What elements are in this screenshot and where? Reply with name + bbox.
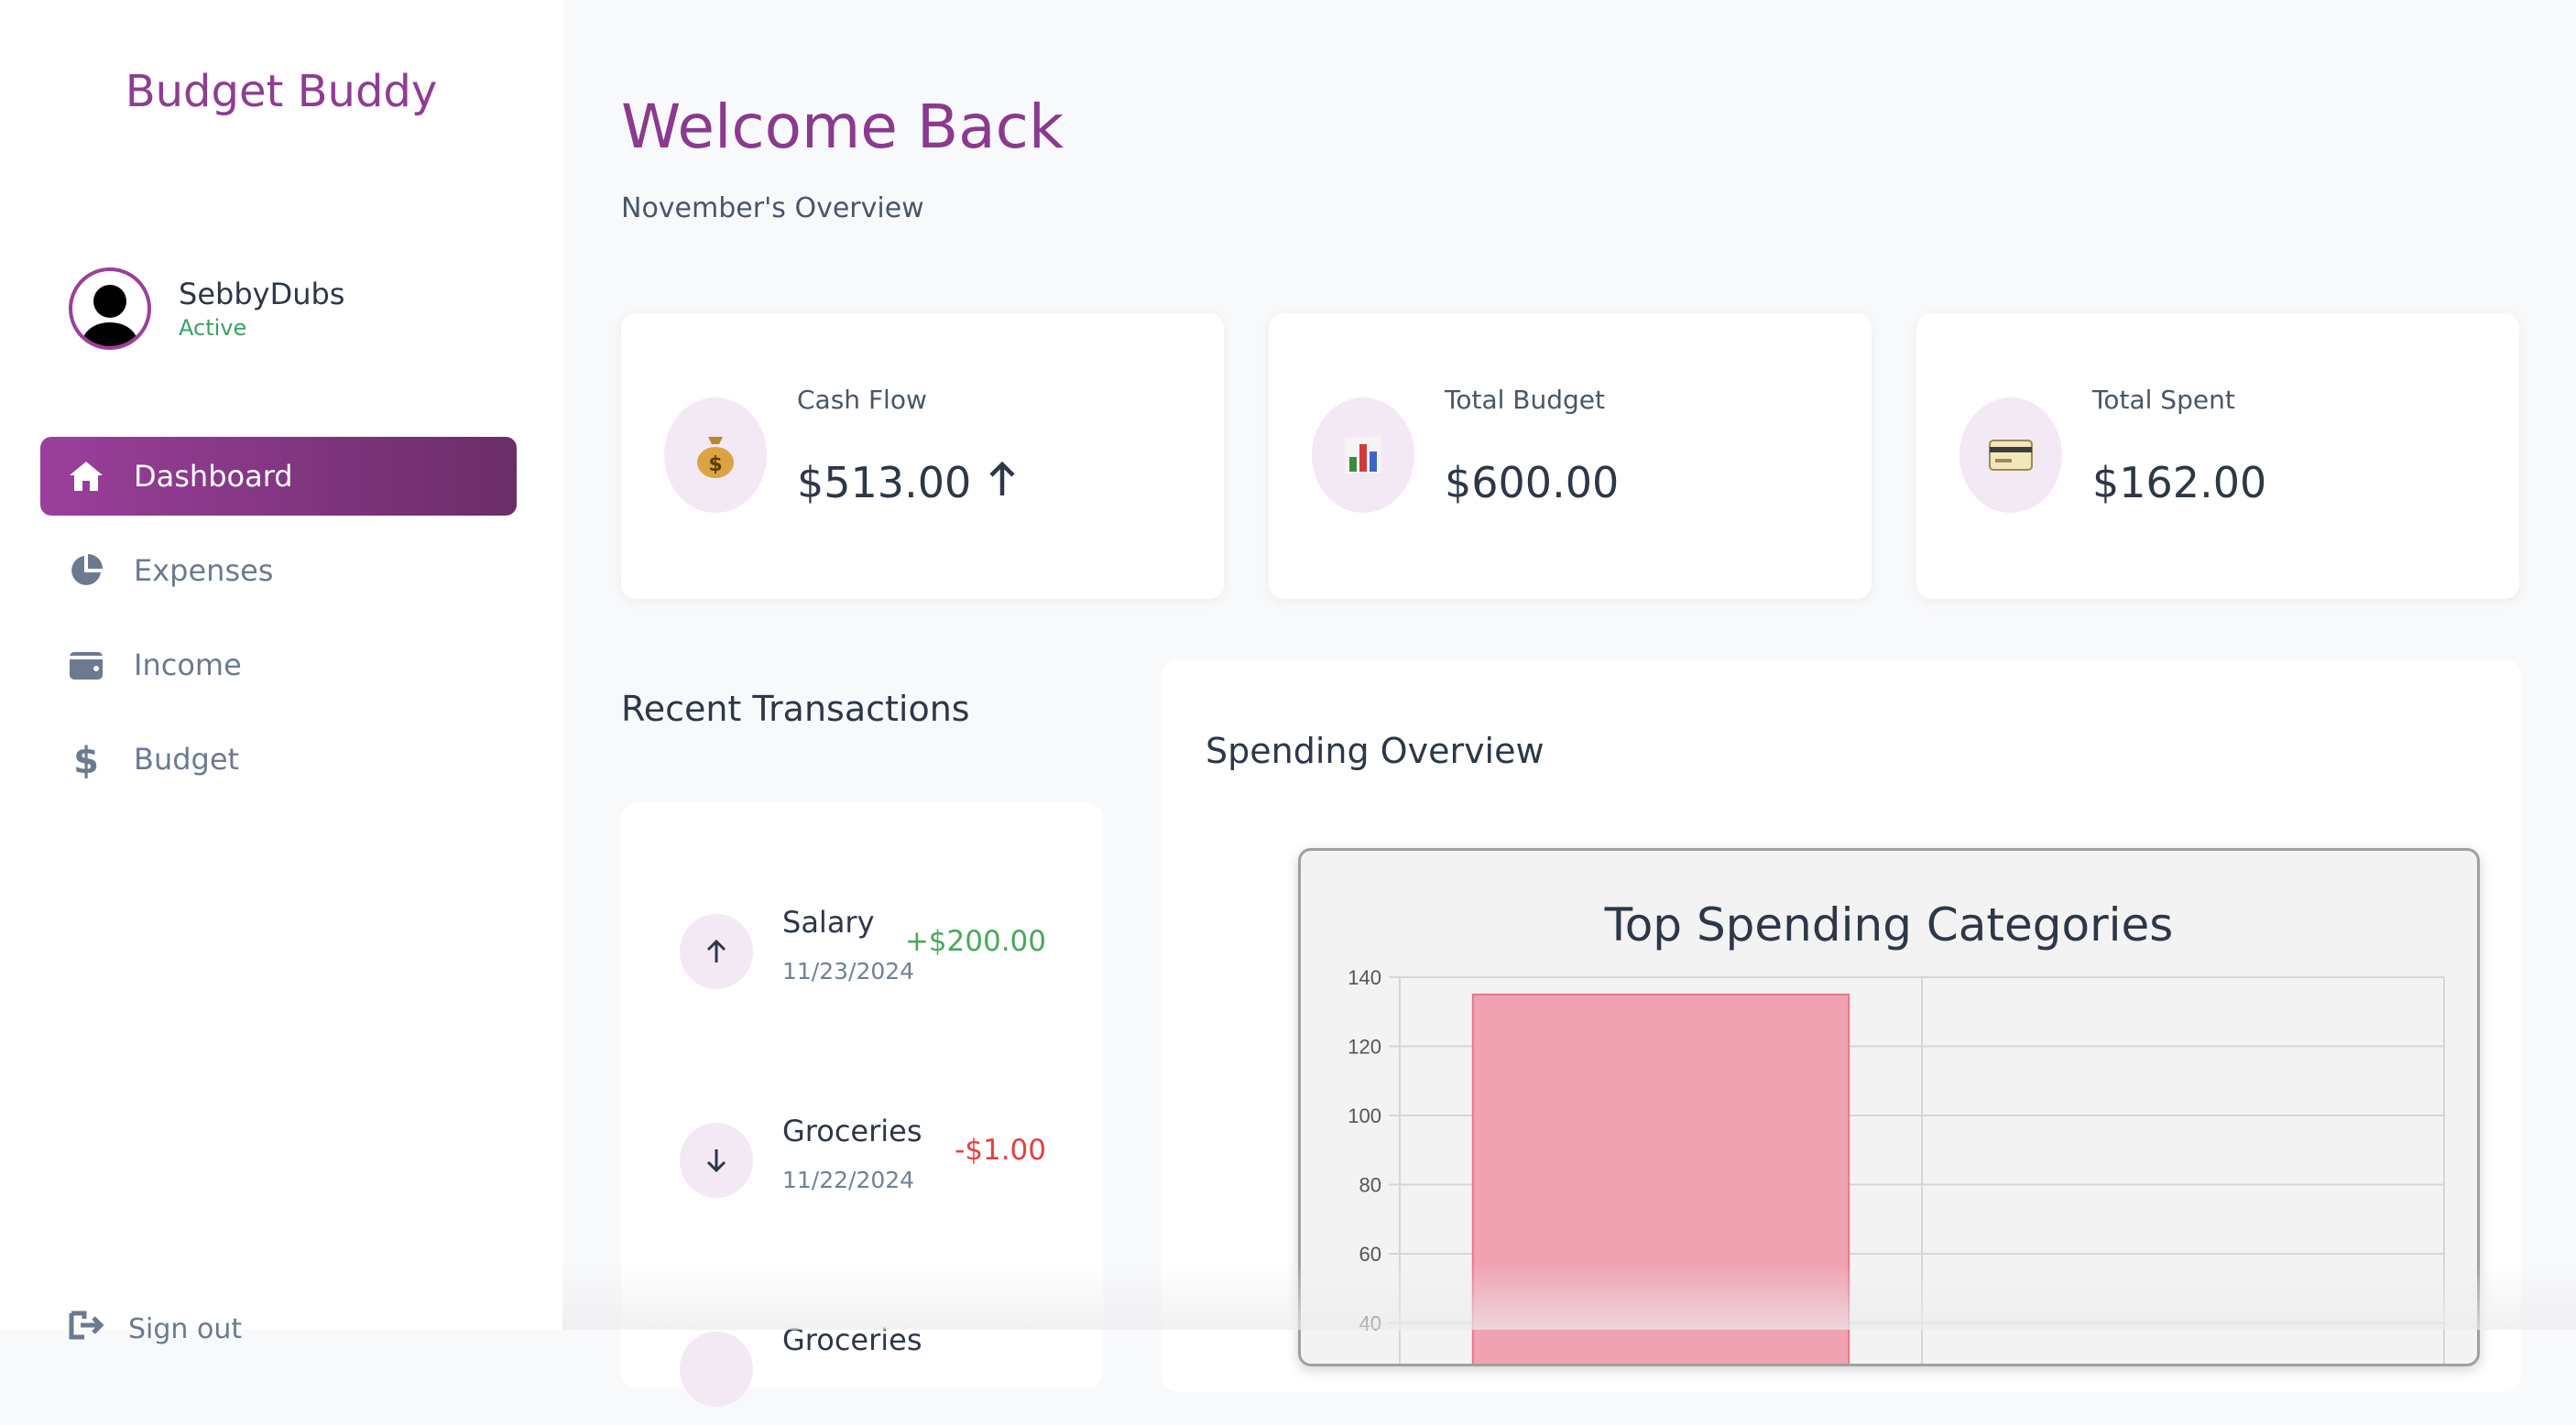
top-spending-chart[interactable]: Top Spending Categories 40 60 80 100 120 140 <box>1298 848 2480 1366</box>
card-value: $513.00 <box>797 458 1017 507</box>
stat-card-cash-flow[interactable]: $ Cash Flow $513.00 <box>621 313 1224 599</box>
stat-card-total-budget[interactable]: Total Budget $600.00 <box>1269 313 1872 599</box>
card-value: $600.00 <box>1445 458 1620 507</box>
app-logo-title[interactable]: Budget Buddy <box>0 66 562 117</box>
user-silhouette-icon <box>82 285 137 346</box>
user-status: Active <box>179 315 247 341</box>
stat-card-total-spent[interactable]: Total Spent $162.00 <box>1916 313 2519 599</box>
dollar-icon: $ <box>66 739 106 779</box>
chart-svg: 40 60 80 100 120 140 <box>1348 966 2445 1364</box>
page-title: Welcome Back <box>621 92 1064 162</box>
transaction-name: Salary <box>782 905 875 940</box>
y-tick-label: 80 <box>1359 1174 1381 1197</box>
credit-card-icon <box>1959 397 2062 513</box>
nav-item-budget[interactable]: $ Budget <box>40 720 517 799</box>
transaction-amount: -$1.00 <box>955 1134 1046 1167</box>
svg-text:$: $ <box>708 453 722 476</box>
nav-label: Dashboard <box>134 459 293 494</box>
page-subtitle: November's Overview <box>621 192 924 224</box>
transaction-name: Groceries <box>782 1114 922 1148</box>
nav-item-dashboard[interactable]: Dashboard <box>40 437 517 516</box>
transaction-row[interactable]: Groceries <box>680 1315 1046 1425</box>
y-tick-label: 60 <box>1359 1243 1381 1266</box>
card-value-text: $513.00 <box>797 458 972 507</box>
username: SebbyDubs <box>179 277 345 311</box>
transactions-panel: Salary 11/23/2024 +$200.00 Groceries 11/… <box>621 802 1103 1407</box>
transaction-date: 11/23/2024 <box>782 958 915 984</box>
arrow-up-icon <box>680 914 753 989</box>
sign-out-button[interactable]: Sign out <box>68 1310 242 1348</box>
nav-label: Expenses <box>134 553 274 588</box>
nav-item-income[interactable]: Income <box>40 625 517 704</box>
card-label: Total Spent <box>2092 385 2235 415</box>
recent-transactions-title: Recent Transactions <box>621 689 970 729</box>
bar <box>1471 993 1850 1364</box>
money-bag-icon: $ <box>664 397 767 513</box>
nav-label: Income <box>134 647 242 682</box>
transaction-amount: +$200.00 <box>904 925 1046 958</box>
transaction-name: Groceries <box>782 1322 922 1357</box>
card-value: $162.00 <box>2092 458 2267 507</box>
home-icon <box>66 456 106 496</box>
svg-text:$: $ <box>73 740 99 778</box>
card-label: Cash Flow <box>797 385 927 415</box>
spending-overview-title: Spending Overview <box>1206 731 1545 771</box>
avatar[interactable] <box>69 267 151 350</box>
y-tick-label: 120 <box>1348 1036 1381 1059</box>
transaction-date: 11/22/2024 <box>782 1167 915 1193</box>
user-profile[interactable]: SebbyDubs Active <box>69 267 344 350</box>
arrow-down-icon <box>680 1123 753 1198</box>
bar-chart-icon <box>1312 397 1414 513</box>
pie-chart-icon <box>66 550 106 591</box>
sign-out-icon <box>68 1310 104 1348</box>
wallet-icon <box>66 645 106 685</box>
nav-item-expenses[interactable]: Expenses <box>40 531 517 610</box>
y-tick-label: 40 <box>1359 1312 1381 1335</box>
arrow-down-icon <box>680 1332 753 1407</box>
transaction-row[interactable]: Salary 11/23/2024 +$200.00 <box>680 897 1046 1007</box>
sign-out-label: Sign out <box>128 1312 243 1345</box>
y-tick-label: 140 <box>1348 966 1381 989</box>
card-label: Total Budget <box>1445 385 1605 415</box>
sidebar: Budget Buddy SebbyDubs Active Dashboard … <box>0 0 562 1345</box>
y-tick-label: 100 <box>1348 1104 1381 1127</box>
nav-label: Budget <box>134 742 240 777</box>
transaction-row[interactable]: Groceries 11/22/2024 -$1.00 <box>680 1106 1046 1216</box>
trend-up-icon <box>988 458 1017 507</box>
